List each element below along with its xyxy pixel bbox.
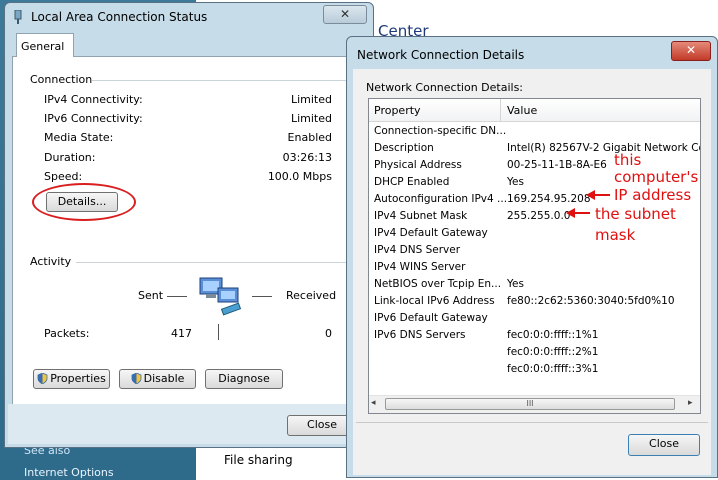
property-cell: IPv4 Subnet Mask [374,210,468,222]
packets-label: Packets: [44,327,90,340]
property-cell: Autoconfiguration IPv4 ... [374,193,508,205]
disable-button[interactable]: Disable [119,369,196,389]
property-cell: NetBIOS over Tcpip En... [374,278,502,290]
details-heading: Network Connection Details: [366,81,524,94]
activity-section-label: Activity [30,255,76,268]
value-cell: 00-25-11-1B-8A-E6 [507,159,607,171]
property-cell: DHCP Enabled [374,176,450,188]
property-cell: Link-local IPv6 Address [374,295,495,307]
column-separator[interactable] [500,99,501,121]
property-cell: Connection-specific DN... [374,125,507,137]
details-footer-divider [356,422,708,423]
status-window-title: Local Area Connection Status [31,10,208,24]
annotation-ip-line3: IP address [614,186,692,204]
value-cell: 255.255.0.0 [507,210,571,222]
file-sharing-label[interactable]: File sharing [224,453,293,467]
properties-button[interactable]: Properties [33,369,110,389]
properties-button-label: Properties [50,372,106,385]
value-cell: fec0:0:0:ffff::1%1 [507,329,599,341]
annotation-ip-line1: this [614,151,642,169]
scroll-right-arrow-icon[interactable]: ▸ [688,398,698,410]
received-label: Received [286,289,337,302]
details-window-close-button[interactable]: ✕ [671,41,711,61]
tab-general[interactable]: General [16,33,74,57]
annotation-mask-line2: mask [595,226,636,244]
sent-line [167,296,187,297]
disable-button-label: Disable [143,372,185,385]
scroll-left-arrow-icon[interactable]: ◂ [371,398,381,410]
status-window-panel [12,56,364,406]
ip-arrow-shaft [594,194,610,196]
received-line [252,296,272,297]
horizontal-scrollbar[interactable]: ◂ III ▸ [369,395,700,413]
duration-value: 03:26:13 [282,151,332,164]
property-cell: IPv6 DNS Servers [374,329,466,341]
property-cell: Physical Address [374,159,462,171]
value-cell: fe80::2c62:5360:3040:5fd0%10 [507,295,675,307]
mask-arrow-shaft [574,212,590,214]
value-cell: Yes [507,278,524,290]
activity-center-tick [218,324,219,340]
speed-value: 100.0 Mbps [267,170,332,183]
property-cell: IPv6 Default Gateway [374,312,488,324]
packets-sent-value: 417 [171,327,192,340]
value-cell: fec0:0:0:ffff::3%1 [507,363,599,375]
ipv6-connectivity-label: IPv6 Connectivity: [44,112,143,125]
column-header-property[interactable]: Property [374,104,421,117]
sidebar-link-internet-options[interactable]: Internet Options [24,466,114,479]
annotation-mask-line1: the subnet [595,205,676,223]
network-computers-icon [199,277,242,316]
uac-shield-icon [131,373,141,384]
media-state-value: Enabled [287,131,332,144]
status-window-close-button[interactable]: ✕ [323,5,367,24]
value-cell: 169.254.95.208 [507,193,591,205]
sent-label: Sent [138,289,164,302]
scroll-thumb[interactable]: III [385,398,675,410]
value-cell: fec0:0:0:ffff::2%1 [507,346,599,358]
uac-shield-icon [37,373,48,384]
ipv4-connectivity-value: Limited [290,93,332,106]
diagnose-button[interactable]: Diagnose [205,369,283,389]
property-cell: IPv4 Default Gateway [374,227,488,239]
ipv6-connectivity-value: Limited [290,112,332,125]
details-window-title: Network Connection Details [357,48,525,62]
annotation-ip-line2: computer's [614,168,699,186]
activity-divider [76,262,354,263]
listview-header: Property Value [369,99,700,122]
column-header-value[interactable]: Value [507,104,537,117]
speed-label: Speed: [44,170,83,183]
media-state-label: Media State: [44,131,114,144]
network-adapter-icon [14,10,22,24]
property-cell: IPv4 WINS Server [374,261,466,273]
packets-received-value: 0 [325,327,332,340]
ipv4-connectivity-label: IPv4 Connectivity: [44,93,143,106]
status-window-titlebar[interactable]: Local Area Connection Status ✕ [5,3,373,31]
property-cell: Description [374,142,434,154]
details-listview[interactable]: Property Value Connection-specific DN...… [368,98,701,414]
connection-divider [92,80,354,81]
details-close-button[interactable]: Close [628,434,700,456]
connection-section-label: Connection [30,73,97,86]
value-cell: Intel(R) 82567V-2 Gigabit Network Conne [507,142,700,154]
duration-label: Duration: [44,151,96,164]
details-highlight-ellipse [32,183,136,221]
value-cell: Yes [507,176,524,188]
property-cell: IPv4 DNS Server [374,244,461,256]
